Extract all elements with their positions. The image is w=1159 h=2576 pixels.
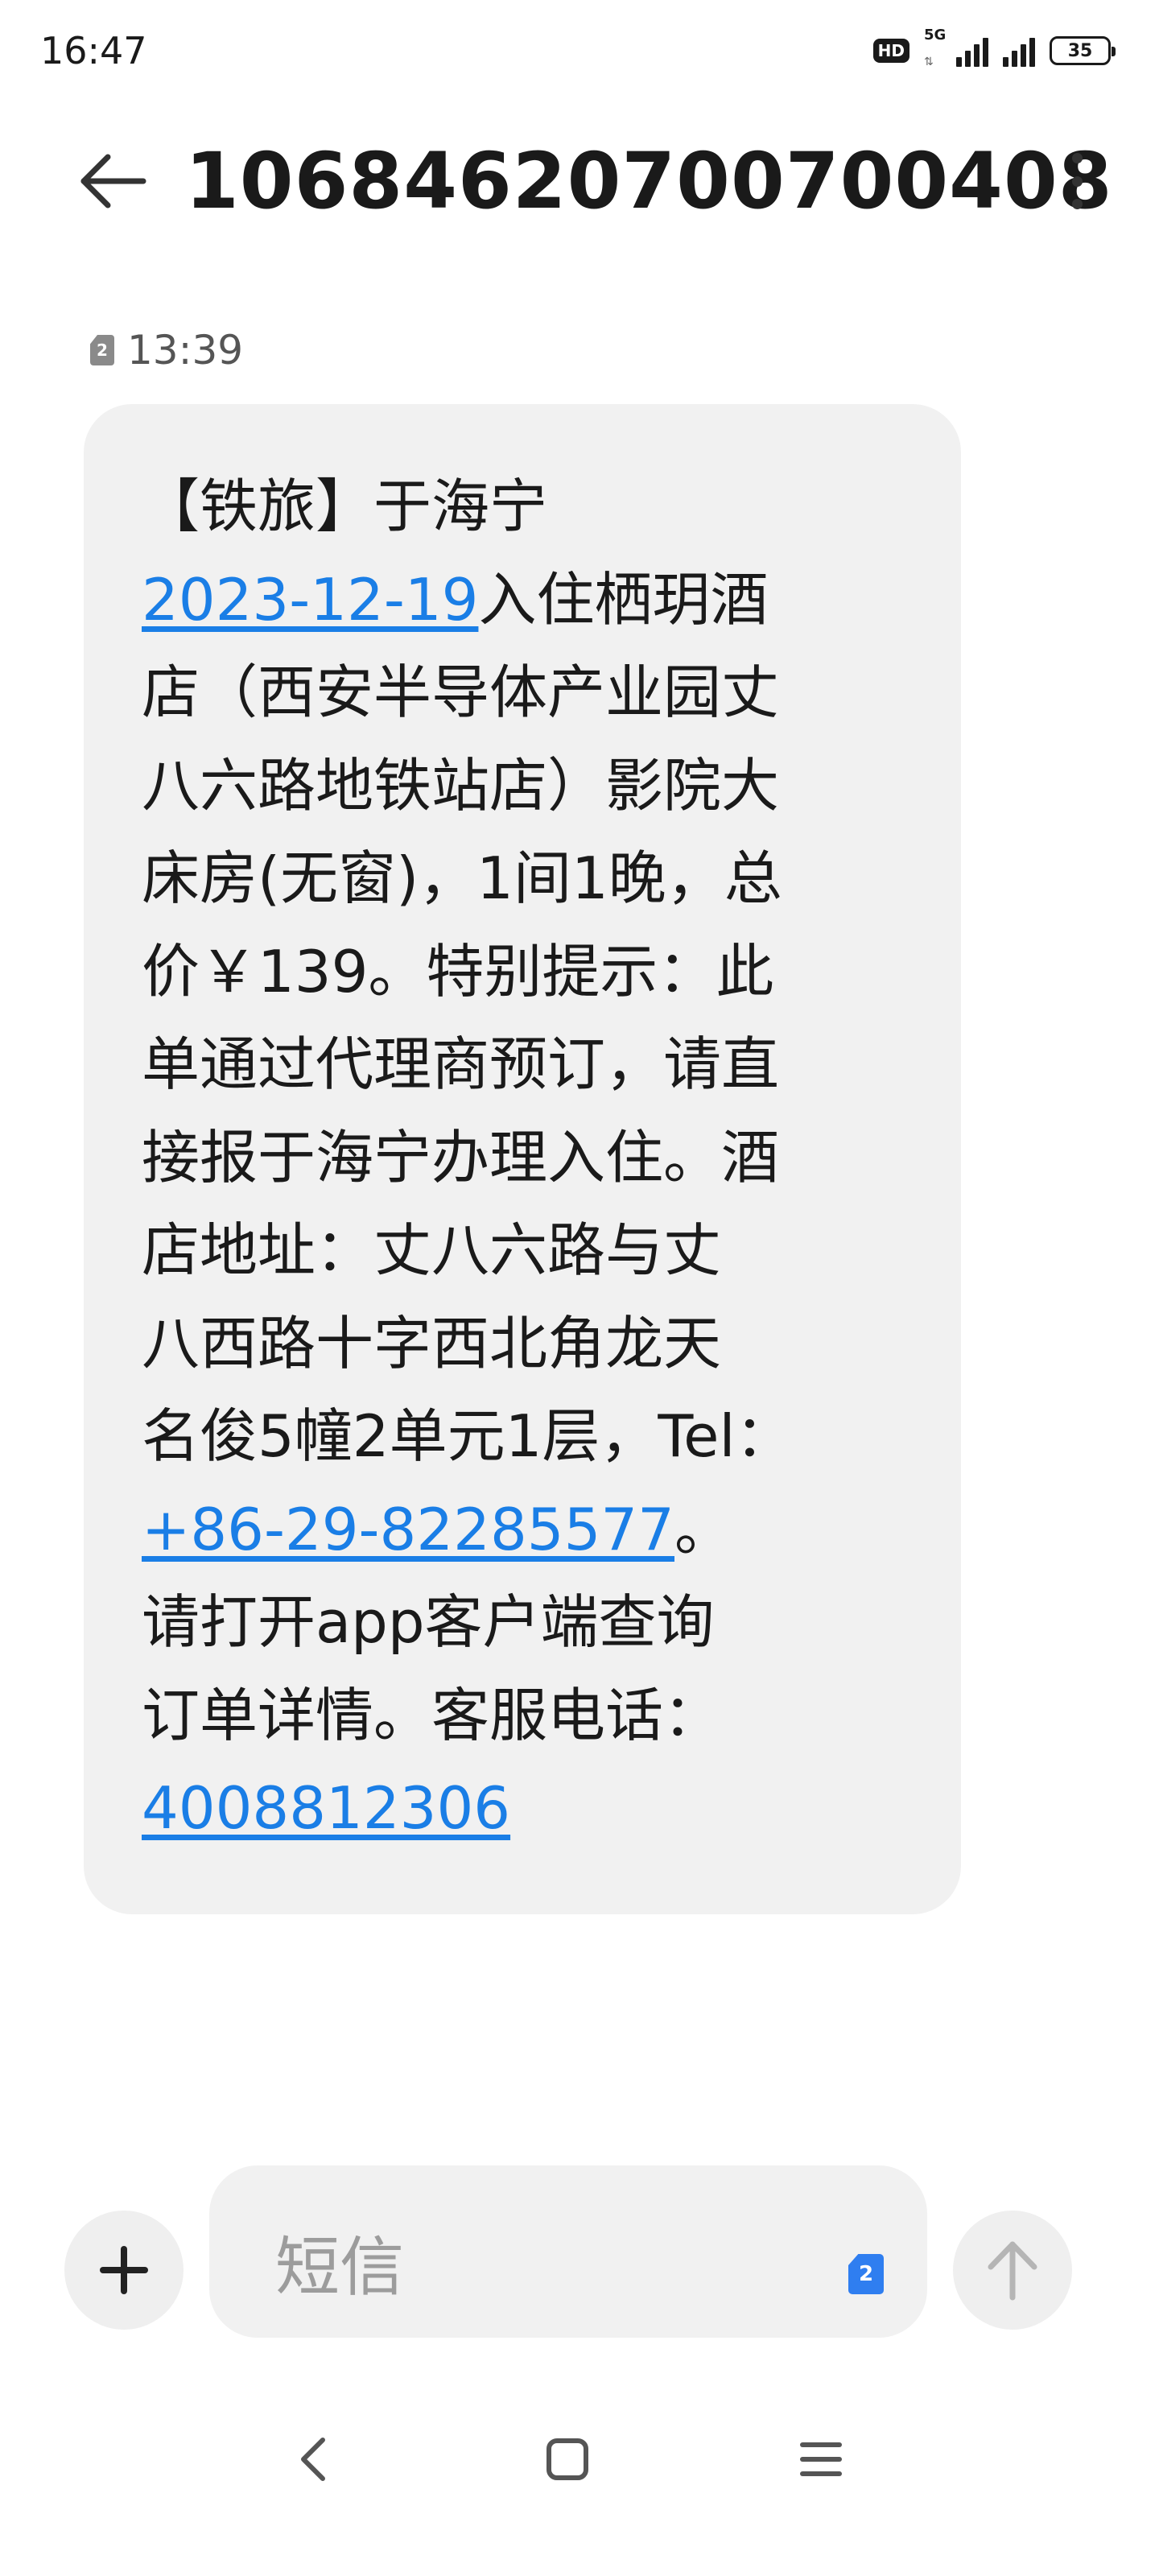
message-text-segment: 【铁旅】于海宁 [142,473,548,540]
message-link[interactable]: 4008812306 [142,1774,510,1842]
add-attachment-button[interactable] [64,2211,184,2330]
message-link[interactable]: 2023-12-19 [142,566,478,634]
signal-5g-icon: 5G ⇅ [924,27,988,68]
data-arrows-icon: ⇅ [924,56,934,68]
message-bubble[interactable]: 【铁旅】于海宁 2023-12-19入住栖玥酒 店（西安半导体产业园丈 八六路地… [84,404,961,1914]
battery-level: 35 [1067,40,1093,61]
signal-strength-icon [1003,35,1035,67]
conversation-header: 10684620700700408 [0,121,1159,242]
more-vertical-icon[interactable] [1067,153,1087,209]
message-meta: 2 13:39 [90,326,243,374]
input-placeholder: 短信 [275,2230,404,2305]
menu-icon [800,2442,842,2476]
square-icon [547,2438,588,2480]
message-input[interactable]: 短信 2 [209,2165,927,2338]
nav-menu-button[interactable] [785,2423,857,2496]
sim-card-icon: 2 [90,335,114,365]
status-bar: 16:47 HD 5G ⇅ 35 [0,0,1159,105]
nav-back-button[interactable] [278,2423,350,2496]
message-time: 13:39 [127,327,244,374]
chevron-left-icon [301,2438,325,2481]
arrow-up-icon [988,2241,1037,2301]
message-composer: 短信 2 [0,2162,1159,2339]
system-nav-bar [0,2399,1159,2512]
network-type-label: 5G [924,27,947,43]
battery-icon: 35 [1050,36,1116,65]
arrow-left-icon[interactable] [77,153,150,209]
message-link[interactable]: +86-29-82285577 [142,1496,674,1563]
send-button[interactable] [953,2211,1072,2330]
status-time: 16:47 [40,29,147,72]
status-icons: HD 5G ⇅ 35 [872,27,1116,71]
message-text-segment: 入住栖玥酒 店（西安半导体产业园丈 八六路地铁站店）影院大 床房(无窗)，1间1… [142,565,794,1471]
contact-title: 10684620700700408 [185,136,1113,226]
nav-home-button[interactable] [531,2423,604,2496]
plus-icon [100,2246,148,2294]
hd-icon: HD [872,39,909,63]
message-text: 【铁旅】于海宁 2023-12-19入住栖玥酒 店（西安半导体产业园丈 八六路地… [142,460,881,1856]
sim-selector-icon[interactable]: 2 [848,2254,884,2294]
